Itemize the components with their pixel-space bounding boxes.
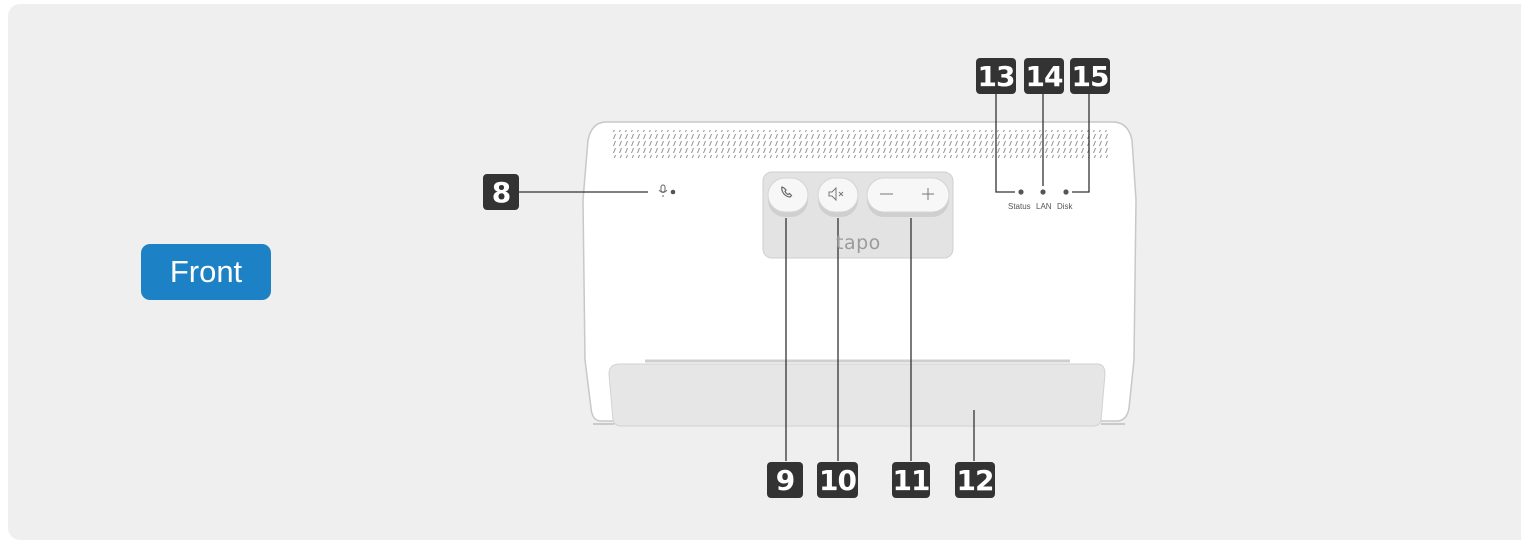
volume-button[interactable] [866,177,950,217]
led-status [1018,189,1024,195]
stand [608,363,1106,427]
vent-grille [612,130,1110,158]
callout-12: 12 [955,462,995,498]
callout-13: 13 [976,58,1016,94]
callout-15: 15 [1070,58,1110,94]
call-button[interactable] [767,177,809,217]
led-lan [1040,189,1046,195]
callout-11: 11 [892,462,930,498]
tapo-logo: tapo [836,232,881,254]
callout-9: 9 [767,462,803,498]
hub-device-illustration [519,94,1137,461]
led-label-disk: Disk [1057,202,1073,211]
callout-8: 8 [483,174,519,210]
microphone-hole [670,189,676,195]
led-disk [1063,189,1069,195]
led-label-lan: LAN [1036,202,1052,211]
mute-button[interactable] [817,177,859,217]
callout-10: 10 [817,462,858,498]
callout-14: 14 [1024,58,1064,94]
led-label-status: Status [1008,202,1031,211]
